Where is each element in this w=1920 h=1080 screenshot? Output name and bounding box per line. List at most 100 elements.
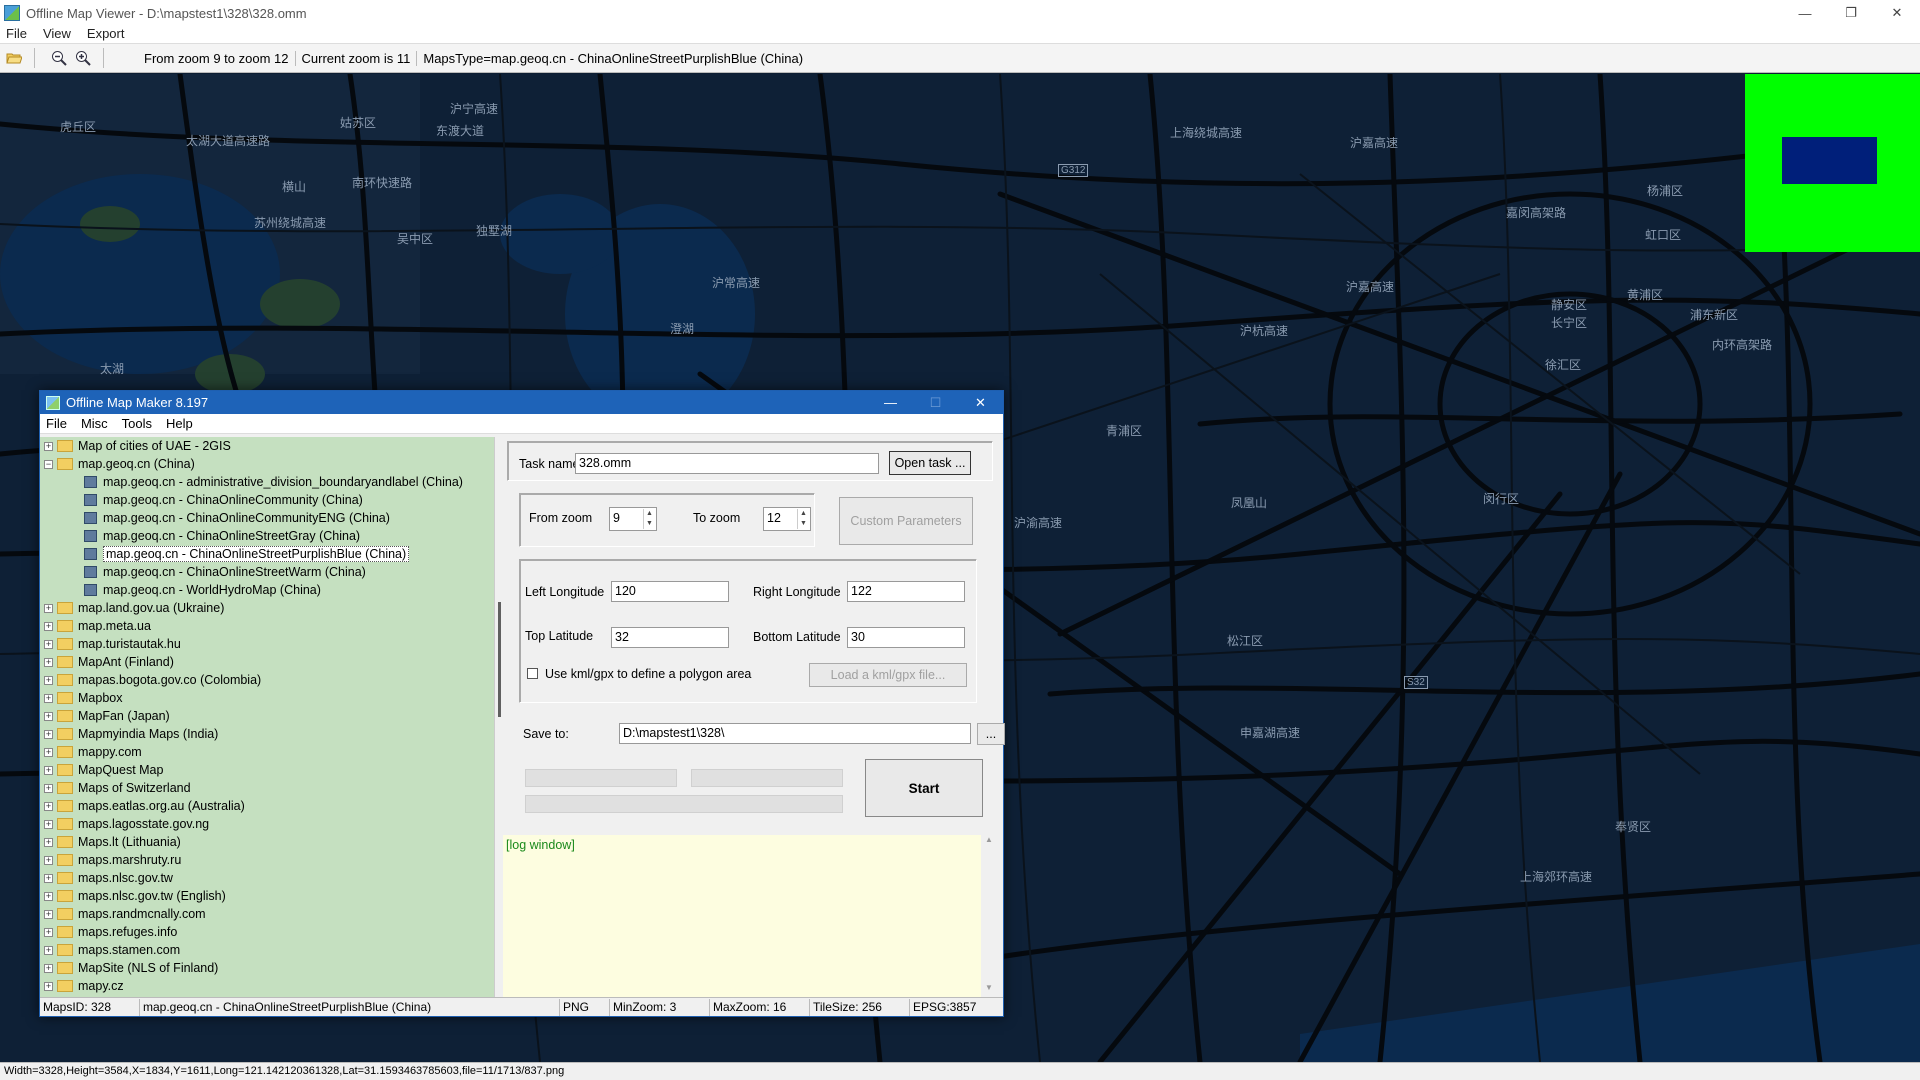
right-longitude-input[interactable]: 122 [847, 581, 965, 602]
scroll-down-icon[interactable]: ▼ [981, 983, 997, 997]
expand-icon[interactable]: + [44, 765, 53, 775]
tree-folder-item[interactable]: + MapQuest Map [40, 761, 494, 779]
dialog-maximize-button[interactable]: ☐ [913, 391, 958, 414]
tree-folder-item[interactable]: + maps.stamen.com [40, 941, 494, 959]
dialog-menu-help[interactable]: Help [166, 416, 193, 431]
tree-folder-item[interactable]: + MapFan (Japan) [40, 707, 494, 725]
start-button[interactable]: Start [865, 759, 983, 817]
log-scrollbar[interactable]: ▲ ▼ [981, 835, 997, 997]
use-kml-checkbox[interactable] [527, 668, 538, 679]
expand-icon[interactable]: + [44, 981, 53, 991]
load-kml-button[interactable]: Load a kml/gpx file... [809, 663, 967, 687]
expand-icon[interactable]: + [44, 855, 53, 865]
expand-icon[interactable]: + [44, 675, 53, 685]
map-label: 上海绕城高速 [1170, 126, 1243, 140]
open-task-button[interactable]: Open task ... [889, 451, 971, 475]
expand-icon[interactable]: + [44, 945, 53, 955]
expand-icon[interactable]: + [44, 837, 53, 847]
expand-icon[interactable]: + [44, 819, 53, 829]
tree-map-item[interactable]: map.geoq.cn - ChinaOnlineStreetWarm (Chi… [40, 563, 494, 581]
menu-file[interactable]: File [6, 26, 27, 41]
tree-map-item[interactable]: map.geoq.cn - ChinaOnlineStreetPurplishB… [40, 545, 494, 563]
expand-icon[interactable]: + [44, 729, 53, 739]
spinner-arrows-icon[interactable]: ▲ ▼ [643, 509, 655, 529]
tree-folder-item[interactable]: + Mapbox [40, 689, 494, 707]
map-label: 苏州绕城高速 [254, 216, 327, 230]
expand-icon[interactable]: + [44, 603, 53, 613]
zoom-in-icon[interactable] [73, 48, 93, 68]
expand-icon[interactable]: + [44, 441, 53, 451]
dialog-close-button[interactable]: ✕ [958, 391, 1003, 414]
tree-folder-item[interactable]: + maps.marshruty.ru [40, 851, 494, 869]
expand-icon[interactable]: + [44, 891, 53, 901]
tree-folder-item[interactable]: + Maps of Switzerland [40, 779, 494, 797]
tree-folder-item[interactable]: + Map of cities of UAE - 2GIS [40, 437, 494, 455]
tree-folder-item[interactable]: + Maps.lt (Lithuania) [40, 833, 494, 851]
dialog-titlebar[interactable]: Offline Map Maker 8.197 — ☐ ✕ [40, 391, 1003, 414]
tree-folder-item[interactable]: + MapSite (NLS of Finland) [40, 959, 494, 977]
tree-folder-item[interactable]: + maps.lagosstate.gov.ng [40, 815, 494, 833]
browse-button[interactable]: ... [977, 723, 1005, 745]
bottom-latitude-input[interactable]: 30 [847, 627, 965, 648]
tree-folder-item[interactable]: + MapAnt (Finland) [40, 653, 494, 671]
tree-folder-item[interactable]: + map.land.gov.ua (Ukraine) [40, 599, 494, 617]
expand-icon[interactable]: + [44, 801, 53, 811]
minimap[interactable] [1745, 74, 1920, 252]
left-longitude-input[interactable]: 120 [611, 581, 729, 602]
spinner-arrows-icon[interactable]: ▲ ▼ [797, 509, 809, 529]
expand-icon[interactable]: + [44, 621, 53, 631]
expand-icon[interactable]: + [44, 927, 53, 937]
maps-tree[interactable]: + Map of cities of UAE - 2GIS − map.geoq.cn… [40, 437, 495, 997]
menu-view[interactable]: View [43, 26, 71, 41]
tree-folder-item[interactable]: + mappy.com [40, 743, 494, 761]
log-window[interactable]: [log window] [503, 835, 981, 997]
menu-export[interactable]: Export [87, 26, 125, 41]
dialog-menu-file[interactable]: File [46, 416, 67, 431]
tree-map-item[interactable]: map.geoq.cn - administrative_division_bo… [40, 473, 494, 491]
tree-folder-item[interactable]: + maps.nlsc.gov.tw (English) [40, 887, 494, 905]
tree-item-label: Maps of Switzerland [78, 781, 191, 795]
expand-icon[interactable]: + [44, 639, 53, 649]
scroll-up-icon[interactable]: ▲ [981, 835, 997, 849]
tree-map-item[interactable]: map.geoq.cn - ChinaOnlineStreetGray (Chi… [40, 527, 494, 545]
dialog-menu-misc[interactable]: Misc [81, 416, 108, 431]
expand-icon[interactable]: + [44, 873, 53, 883]
tree-map-item[interactable]: map.geoq.cn - ChinaOnlineCommunityENG (C… [40, 509, 494, 527]
tree-folder-item[interactable]: + Mapmyindia Maps (India) [40, 725, 494, 743]
expand-icon[interactable]: + [44, 657, 53, 667]
expand-icon[interactable]: + [44, 693, 53, 703]
dialog-menu-tools[interactable]: Tools [122, 416, 152, 431]
from-zoom-label: From zoom [529, 511, 593, 525]
minimap-viewport[interactable] [1782, 137, 1877, 184]
tree-folder-item[interactable]: + mapas.bogota.gov.co (Colombia) [40, 671, 494, 689]
tree-folder-item[interactable]: + map.meta.ua [40, 617, 494, 635]
tree-folder-item[interactable]: + map.turistautak.hu [40, 635, 494, 653]
task-name-input[interactable]: 328.omm [575, 453, 879, 474]
custom-parameters-button[interactable]: Custom Parameters [839, 497, 973, 545]
expand-icon[interactable]: + [44, 909, 53, 919]
expand-icon[interactable]: + [44, 783, 53, 793]
tree-folder-item[interactable]: + maps.randmcnally.com [40, 905, 494, 923]
top-latitude-input[interactable]: 32 [611, 627, 729, 648]
expand-icon[interactable]: + [44, 711, 53, 721]
expand-icon[interactable]: + [44, 747, 53, 757]
from-zoom-spinner[interactable]: 9 ▲ ▼ [609, 507, 657, 531]
zoom-out-icon[interactable] [49, 48, 69, 68]
collapse-icon[interactable]: − [44, 459, 53, 469]
map-label: 杨浦区 [1647, 184, 1684, 198]
tree-scrollbar[interactable] [494, 437, 503, 997]
save-to-input[interactable]: D:\mapstest1\328\ [619, 723, 971, 744]
dialog-minimize-button[interactable]: — [868, 391, 913, 414]
tree-folder-item[interactable]: + maps.eatlas.org.au (Australia) [40, 797, 494, 815]
tree-item-label: map.geoq.cn - ChinaOnlineStreetPurplishB… [103, 546, 410, 562]
tree-folder-item[interactable]: + maps.refuges.info [40, 923, 494, 941]
tree-map-item[interactable]: map.geoq.cn - WorldHydroMap (China) [40, 581, 494, 599]
tree-scrollbar-thumb[interactable] [498, 602, 501, 717]
expand-icon[interactable]: + [44, 963, 53, 973]
tree-map-item[interactable]: map.geoq.cn - ChinaOnlineCommunity (Chin… [40, 491, 494, 509]
open-folder-icon[interactable] [4, 48, 24, 68]
tree-folder-item[interactable]: − map.geoq.cn (China) [40, 455, 494, 473]
tree-folder-item[interactable]: + mapy.cz [40, 977, 494, 995]
tree-folder-item[interactable]: + maps.nlsc.gov.tw [40, 869, 494, 887]
to-zoom-spinner[interactable]: 12 ▲ ▼ [763, 507, 811, 531]
